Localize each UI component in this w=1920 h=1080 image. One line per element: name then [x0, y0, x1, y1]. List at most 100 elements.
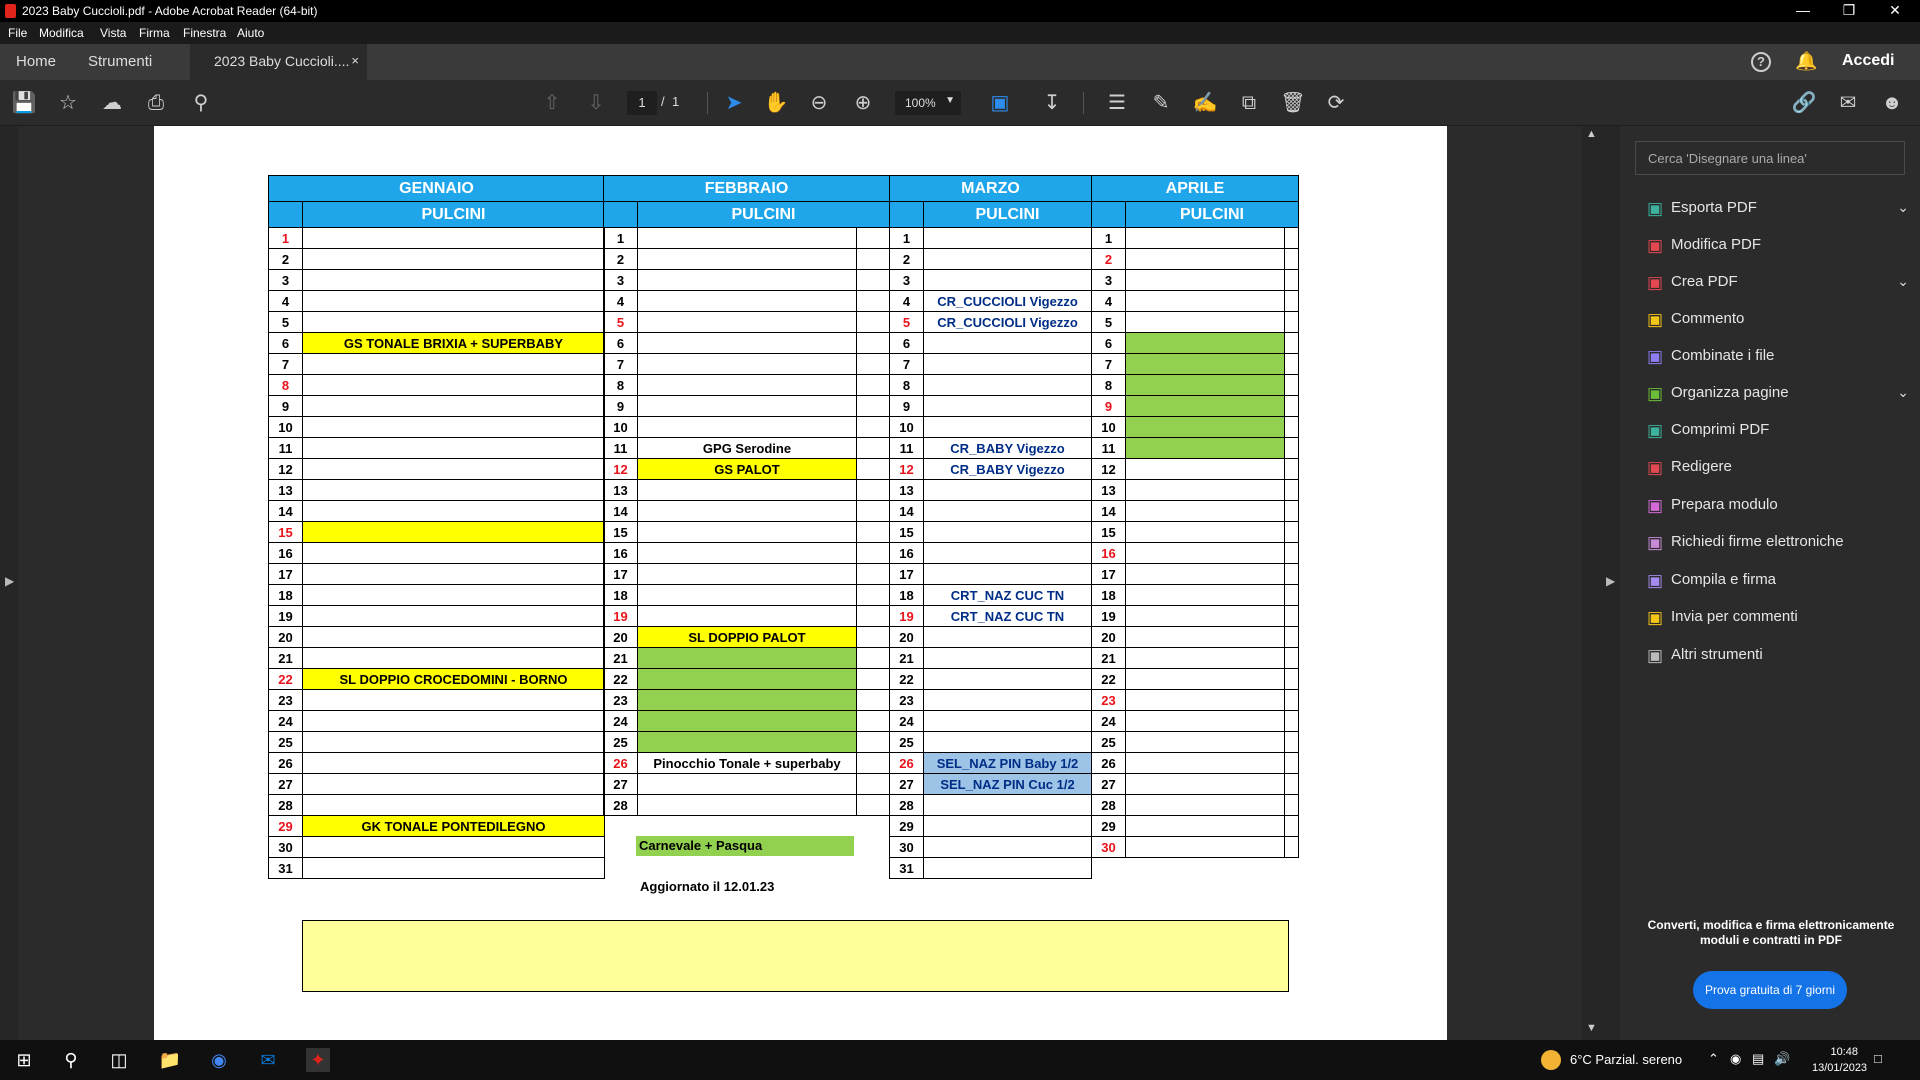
fit-page-icon[interactable]: ▣ — [987, 90, 1013, 116]
tool-invia-per-commenti[interactable]: ▣ Invia per commenti — [1644, 604, 1909, 634]
scroll-mode-icon[interactable]: ↧ — [1039, 90, 1065, 116]
close-button[interactable]: ✕ — [1880, 2, 1910, 19]
event-cell — [1125, 353, 1285, 375]
notification-center-icon[interactable]: □ — [1874, 1051, 1882, 1066]
event-cell — [923, 542, 1092, 564]
chevron-down-icon[interactable]: ⌄ — [1897, 273, 1909, 290]
tool-combinate-i-file[interactable]: ▣ Combinate i file — [1644, 343, 1909, 373]
tool-compila-e-firma[interactable]: ▣ Compila e firma — [1644, 567, 1909, 597]
link-icon[interactable]: 🔗 — [1791, 90, 1817, 116]
menu-vista[interactable]: Vista — [100, 26, 126, 40]
account-icon[interactable]: ☻ — [1879, 90, 1905, 116]
menu-firma[interactable]: Firma — [139, 26, 170, 40]
tool-crea-pdf[interactable]: ▣ Crea PDF ⌄ — [1644, 269, 1909, 299]
trial-button[interactable]: Prova gratuita di 7 giorni — [1693, 971, 1847, 1009]
tray-app-icon[interactable]: ◉ — [1730, 1051, 1741, 1067]
file-explorer-icon[interactable]: 📁 — [158, 1048, 182, 1072]
zoom-out-icon[interactable]: ⊖ — [806, 90, 832, 116]
delete-icon[interactable]: 🗑 — [1280, 90, 1306, 116]
sign-icon[interactable]: ✍ — [1192, 90, 1218, 116]
menu-modifica[interactable]: Modifica — [39, 26, 84, 40]
tool-redigere[interactable]: ▣ Redigere — [1644, 454, 1909, 484]
notifications-icon[interactable]: 🔔 — [1795, 51, 1817, 72]
day-number: 6 — [889, 332, 924, 354]
mail-icon[interactable]: ✉ — [1835, 90, 1861, 116]
day-row: 27 — [603, 773, 890, 795]
tool-richiedi-firme-elettroniche[interactable]: ▣ Richiedi firme elettroniche — [1644, 529, 1909, 559]
day-row: 27 — [268, 773, 605, 795]
network-icon[interactable]: ▤ — [1752, 1051, 1764, 1067]
taskbar: ⊞ ⚲ ◫ 📁 ◉ ✉ ✦ 6°C Parzial. sereno ⌃ ◉ ▤ … — [0, 1040, 1920, 1080]
clock[interactable]: 10:48 13/01/2023 — [1812, 1044, 1867, 1076]
menu-aiuto[interactable]: Aiuto — [237, 26, 264, 40]
tool-altri-strumenti[interactable]: ▣ Altri strumenti — [1644, 642, 1909, 672]
header-spacer — [268, 201, 303, 228]
hand-icon[interactable]: ✋ — [763, 90, 789, 116]
star-icon[interactable]: ☆ — [55, 90, 81, 116]
maximize-button[interactable]: ❐ — [1834, 2, 1864, 19]
windows-start-icon[interactable]: ⊞ — [12, 1048, 36, 1072]
comment-icon[interactable]: ☰ — [1104, 90, 1130, 116]
tool-commento[interactable]: ▣ Commento — [1644, 306, 1909, 336]
outlook-icon[interactable]: ✉ — [256, 1048, 280, 1072]
page-down-icon[interactable]: ⇩ — [583, 90, 609, 116]
tab-document[interactable]: 2023 Baby Cuccioli.... × — [190, 44, 367, 80]
tool-modifica-pdf[interactable]: ▣ Modifica PDF — [1644, 232, 1909, 262]
tool-comprimi-pdf[interactable]: ▣ Comprimi PDF — [1644, 417, 1909, 447]
search-zoom-icon[interactable]: ⚲ — [188, 90, 214, 116]
menu-finestra[interactable]: Finestra — [183, 26, 226, 40]
tab-tools[interactable]: Strumenti — [88, 53, 152, 70]
tab-home[interactable]: Home — [16, 53, 56, 70]
volume-icon[interactable]: 🔊 — [1774, 1051, 1790, 1067]
tool-esporta-pdf[interactable]: ▣ Esporta PDF ⌄ — [1644, 195, 1909, 225]
help-icon[interactable]: ? — [1751, 52, 1771, 72]
chrome-icon[interactable]: ◉ — [207, 1048, 231, 1072]
day-number: 1 — [1091, 227, 1126, 249]
header-spacer — [603, 201, 638, 228]
sign-in-button[interactable]: Accedi — [1842, 52, 1894, 70]
tray-chevron-icon[interactable]: ⌃ — [1708, 1051, 1719, 1067]
event-cell: CR_BABY Vigezzo — [923, 437, 1092, 459]
tool-organizza-pagine[interactable]: ▣ Organizza pagine ⌄ — [1644, 380, 1909, 410]
print-icon[interactable]: ⎙ — [143, 90, 169, 116]
scroll-down-icon[interactable]: ▼ — [1586, 1022, 1597, 1034]
event-cell — [637, 584, 857, 606]
day-row: 7 — [889, 353, 1092, 375]
pen-icon[interactable]: ✎ — [1148, 90, 1174, 116]
event-cell — [1125, 647, 1285, 669]
expand-left-icon: ▶ — [5, 574, 15, 588]
rotate-icon[interactable]: ⟳ — [1323, 90, 1349, 116]
share-icon[interactable]: ⧉ — [1236, 90, 1262, 116]
zoom-select[interactable]: 100% ▼ — [895, 91, 961, 115]
day-number: 4 — [268, 290, 303, 312]
day-number: 30 — [889, 836, 924, 858]
minimize-button[interactable]: — — [1788, 2, 1818, 18]
chevron-down-icon[interactable]: ⌄ — [1897, 199, 1909, 216]
day-row: 21 — [603, 647, 890, 669]
upload-icon[interactable]: ☁ — [99, 90, 125, 116]
tool-prepara-modulo[interactable]: ▣ Prepara modulo — [1644, 492, 1909, 522]
day-row: 14 — [603, 500, 890, 522]
page-total: 1 — [672, 94, 680, 109]
search-icon[interactable]: ⚲ — [59, 1048, 83, 1072]
page-up-icon[interactable]: ⇧ — [539, 90, 565, 116]
month-header: FEBBRAIO — [603, 175, 890, 202]
close-tab-icon[interactable]: × — [351, 53, 359, 68]
left-panel-toggle[interactable]: ▶ — [0, 126, 18, 1040]
task-view-icon[interactable]: ◫ — [107, 1048, 131, 1072]
day-row: 24 — [603, 710, 890, 732]
zoom-in-icon[interactable]: ⊕ — [850, 90, 876, 116]
chevron-down-icon[interactable]: ⌄ — [1897, 384, 1909, 401]
event-cell — [302, 647, 605, 669]
scroll-up-icon[interactable]: ▲ — [1586, 128, 1597, 140]
select-cursor-icon[interactable]: ➤ — [721, 90, 747, 116]
menu-file[interactable]: File — [8, 26, 27, 40]
acrobat-taskbar-icon[interactable]: ✦ — [306, 1048, 330, 1072]
tools-search-input[interactable]: Cerca 'Disegnare una linea' — [1635, 141, 1905, 175]
page-number-input[interactable]: 1 — [627, 91, 657, 115]
right-panel-toggle[interactable]: ▶ — [1600, 126, 1620, 1040]
day-row: 8 — [268, 374, 605, 396]
extra-cell — [856, 521, 890, 543]
vertical-scrollbar[interactable]: ▲ ▼ — [1582, 126, 1600, 1040]
save-icon[interactable]: 💾 — [11, 90, 37, 116]
